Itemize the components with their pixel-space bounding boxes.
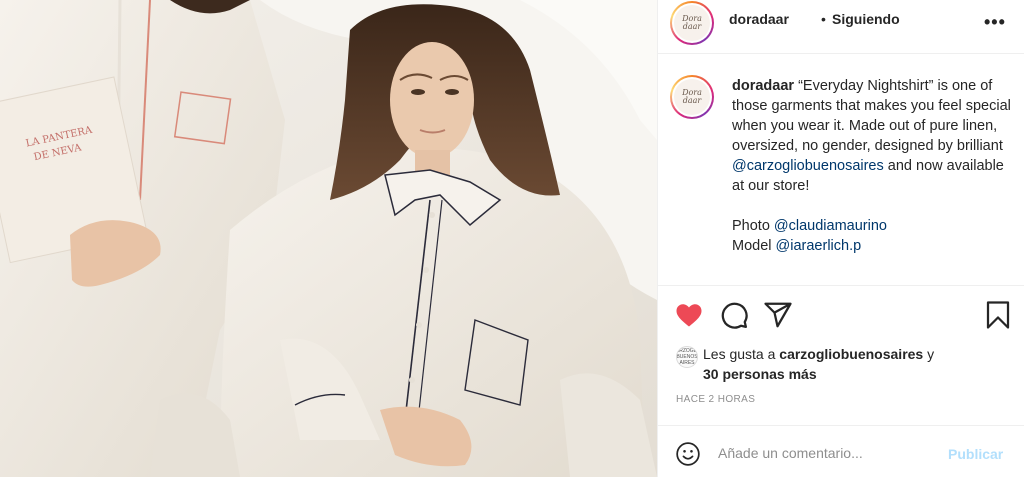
publish-button[interactable]: Publicar — [948, 446, 1003, 462]
avatar-inner: Dora daar — [672, 77, 712, 117]
post-timestamp[interactable]: HACE 2 HORAS — [676, 394, 755, 405]
smiley-icon — [676, 442, 700, 466]
model-credit-label: Model — [732, 238, 776, 254]
liker-avatar[interactable]: CARZOGLIO BUENOS AIRES — [676, 346, 698, 368]
more-options-icon[interactable]: ••• — [984, 12, 1006, 33]
bookmark-icon — [986, 301, 1010, 329]
action-bar — [658, 285, 1024, 343]
caption-username[interactable]: doradaar — [732, 78, 794, 94]
likes-others-link[interactable]: 30 personas más — [703, 366, 817, 382]
header-username[interactable]: doradaar — [729, 11, 789, 27]
emoji-button[interactable] — [675, 441, 701, 467]
save-button[interactable] — [983, 300, 1013, 330]
comment-icon — [721, 302, 748, 329]
share-button[interactable] — [763, 300, 793, 330]
brand-logo-icon: Dora daar — [674, 5, 710, 41]
photo-illustration: LA PANTERA DE NEVA — [0, 0, 657, 477]
likes-prefix: Les gusta a — [703, 346, 780, 362]
likes-line-1: Les gusta a carzogliobuenosaires y — [703, 346, 934, 362]
likes-conjunction: y — [923, 346, 935, 362]
caption-avatar[interactable]: Dora daar — [670, 75, 714, 119]
comment-button[interactable] — [719, 300, 749, 330]
likes-summary: CARZOGLIO BUENOS AIRES Les gusta a carzo… — [658, 340, 1024, 390]
brand-logo-icon: Dora daar — [674, 79, 710, 115]
post-side-panel: Dora daar doradaar • Siguiendo ••• Dora da… — [657, 0, 1024, 477]
avatar-inner: Dora daar — [672, 3, 712, 43]
follow-status-button[interactable]: Siguiendo — [832, 11, 900, 27]
post-header: Dora daar doradaar • Siguiendo ••• — [658, 0, 1024, 54]
like-button[interactable] — [674, 300, 704, 330]
caption-area: Dora daar doradaar “Everyday Nightshirt” … — [658, 55, 1024, 284]
header-avatar[interactable]: Dora daar — [670, 1, 714, 45]
comment-bar: Publicar — [658, 425, 1024, 477]
paper-plane-icon — [764, 302, 792, 328]
photo-credit-label: Photo — [732, 218, 774, 234]
comment-input[interactable] — [718, 440, 938, 466]
header-separator: • — [821, 11, 826, 27]
mention-claudiamaurino[interactable]: @claudiamaurino — [774, 218, 887, 234]
mention-carzogliobuenosaires[interactable]: @carzogliobuenosaires — [732, 158, 884, 174]
post-photo[interactable]: LA PANTERA DE NEVA — [0, 0, 657, 477]
heart-filled-icon — [676, 304, 702, 327]
caption-text: doradaar “Everyday Nightshirt” is one of… — [732, 76, 1018, 256]
liker-username[interactable]: carzogliobuenosaires — [779, 346, 923, 362]
mention-iaraerlich[interactable]: @iaraerlich.p — [776, 238, 862, 254]
